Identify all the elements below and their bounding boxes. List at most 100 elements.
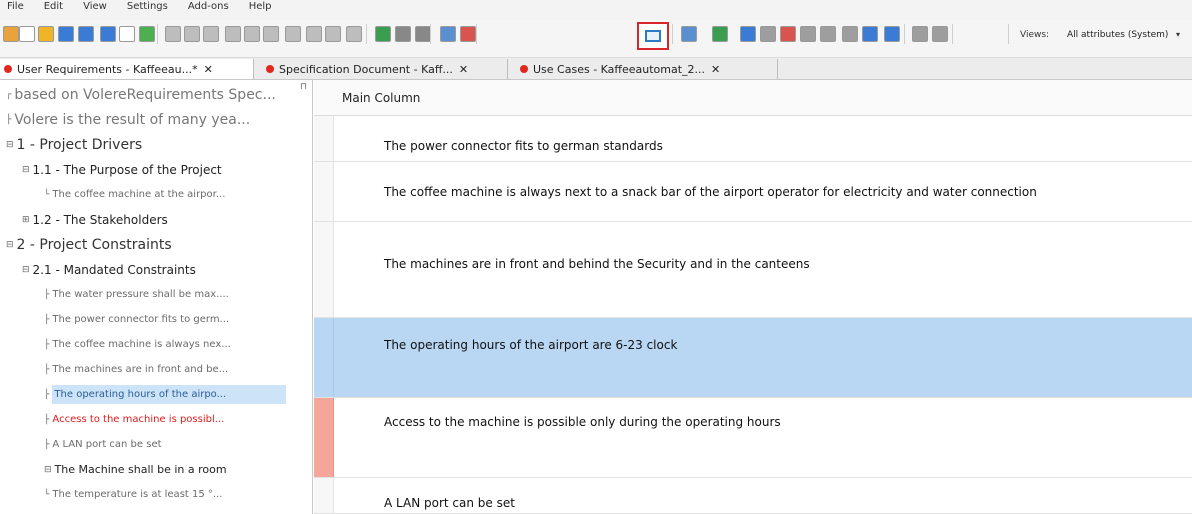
font-color-icon[interactable] [285, 26, 301, 42]
wrap-icon[interactable] [800, 26, 816, 42]
document-tree: ┌ based on VolereRequirements Spec... ├ Vol… [0, 80, 313, 514]
menu-file[interactable]: File [0, 1, 37, 12]
row-marker[interactable] [314, 116, 334, 161]
menu-edit[interactable]: Edit [37, 1, 76, 12]
bold-icon[interactable] [165, 26, 181, 42]
pen-icon[interactable] [100, 26, 116, 42]
new-doc-icon[interactable] [19, 26, 35, 42]
numbered-list-icon[interactable] [325, 26, 341, 42]
split-icon[interactable] [780, 26, 796, 42]
table-row[interactable]: The machines are in front and behind the… [314, 222, 1192, 318]
checkbox-checked-icon[interactable] [139, 26, 155, 42]
tree-item[interactable]: ├ The operating hours of the airpo... [0, 382, 312, 407]
views-dropdown[interactable]: All attributes (System) ▾ [1064, 28, 1182, 44]
requirement-text: Access to the machine is possible only d… [384, 415, 781, 429]
requirements-grid: Main Column The power connector fits to … [314, 80, 1192, 514]
tree-item[interactable]: ├ The machines are in front and be... [0, 357, 312, 382]
filter-icon[interactable] [375, 26, 391, 42]
tree-item[interactable]: ⊞ 1.2 - The Stakeholders [0, 207, 312, 232]
menu-add-ons[interactable]: Add-ons [181, 1, 242, 12]
italic-icon[interactable] [184, 26, 200, 42]
expand-toggle-icon[interactable]: ⊟ [44, 465, 52, 475]
row-marker[interactable] [314, 478, 334, 513]
open-folder-icon[interactable] [38, 26, 54, 42]
column-icon[interactable] [440, 26, 456, 42]
tree-item[interactable]: ├ Volere is the result of many yea... [0, 107, 312, 132]
tab-user-requirements[interactable]: User Requirements - Kaffeeau...* ✕ [0, 59, 254, 79]
tree-item[interactable]: ├ The coffee machine is always nex... [0, 332, 312, 357]
superscript-icon[interactable] [225, 26, 241, 42]
image-icon[interactable] [884, 26, 900, 42]
menu-settings[interactable]: Settings [120, 1, 181, 12]
close-icon[interactable]: ✕ [711, 63, 720, 76]
compare-icon[interactable] [912, 26, 928, 42]
toolbar-separator [1008, 24, 1009, 44]
save-icon[interactable] [58, 26, 74, 42]
row-marker[interactable] [314, 222, 334, 317]
tree-item[interactable]: ├ The power connector fits to germ... [0, 307, 312, 332]
requirement-text: The power connector fits to german stand… [384, 139, 663, 153]
expand-toggle-icon[interactable]: ⊟ [22, 165, 30, 175]
row-marker[interactable] [314, 398, 334, 477]
bullet-list-icon[interactable] [306, 26, 322, 42]
menu-help[interactable]: Help [242, 1, 285, 12]
search-replace-icon[interactable] [460, 26, 476, 42]
tree-connector-icon: ├ [44, 339, 50, 350]
table-row[interactable]: A LAN port can be set [314, 478, 1192, 514]
tree-item[interactable]: ⊟ 1 - Project Drivers [0, 132, 312, 157]
tree-item[interactable]: ⊟ 2.1 - Mandated Constraints [0, 257, 312, 282]
tab-use-cases[interactable]: Use Cases - Kaffeeautomat_2... ✕ [512, 59, 778, 79]
strikethrough-icon[interactable] [263, 26, 279, 42]
tab-label: Specification Document - Kaff... [279, 62, 453, 76]
tree-item[interactable]: ⊟ 2 - Project Constraints [0, 232, 312, 257]
views-value: All attributes (System) [1067, 30, 1169, 40]
zoom-icon[interactable] [862, 26, 878, 42]
pin-icon[interactable]: ⊓ [300, 82, 307, 92]
table-row[interactable]: The power connector fits to german stand… [314, 116, 1192, 162]
column-header[interactable]: Main Column [314, 80, 1192, 116]
filter-edit-icon[interactable] [415, 26, 431, 42]
toolbar-separator [430, 24, 431, 44]
row-layout-icon[interactable] [681, 26, 697, 42]
close-icon[interactable]: ✕ [204, 63, 213, 76]
checkbox-empty-icon[interactable] [119, 26, 135, 42]
compare2-icon[interactable] [932, 26, 948, 42]
row-layout-icon[interactable] [637, 22, 669, 50]
table-icon[interactable] [346, 26, 362, 42]
tree-item-label: 1.2 - The Stakeholders [32, 212, 168, 227]
close-icon[interactable]: ✕ [459, 63, 468, 76]
tree-item[interactable]: └ The temperature is at least 15 °... [0, 482, 312, 507]
tree-item[interactable]: ├ The water pressure shall be max.... [0, 282, 312, 307]
requirement-text: The coffee machine is always next to a s… [384, 185, 1037, 199]
add-row-icon[interactable] [712, 26, 728, 42]
expand-toggle-icon[interactable]: ⊟ [22, 265, 30, 275]
tree-item[interactable]: ├ Access to the machine is possibl... [0, 407, 312, 432]
expand-toggle-icon[interactable]: ⊞ [22, 215, 30, 225]
tree-connector-icon: ┌ [6, 89, 12, 100]
subscript-icon[interactable] [244, 26, 260, 42]
save-all-icon[interactable] [78, 26, 94, 42]
doc-icon[interactable] [760, 26, 776, 42]
filter-clear-icon[interactable] [395, 26, 411, 42]
tree-item[interactable]: ┌ based on VolereRequirements Spec... [0, 82, 312, 107]
menu-view[interactable]: View [76, 1, 120, 12]
export-icon[interactable] [820, 26, 836, 42]
row-marker[interactable] [314, 162, 334, 221]
link-icon[interactable] [740, 26, 756, 42]
table-row[interactable]: The operating hours of the airport are 6… [314, 318, 1192, 398]
tree-connector-icon: └ [44, 489, 50, 500]
attach-icon[interactable] [842, 26, 858, 42]
tree-item[interactable]: └ The coffee machine at the airpor... [0, 182, 312, 207]
tree-item[interactable]: ├ A LAN port can be set [0, 432, 312, 457]
row-marker[interactable] [314, 318, 334, 397]
table-row[interactable]: The coffee machine is always next to a s… [314, 162, 1192, 222]
tree-item[interactable]: ⊟ 1.1 - The Purpose of the Project [0, 157, 312, 182]
expand-toggle-icon[interactable]: ⊟ [6, 240, 14, 250]
expand-toggle-icon[interactable]: ⊟ [6, 140, 14, 150]
underline-icon[interactable] [203, 26, 219, 42]
new-folder-icon[interactable] [3, 26, 19, 42]
table-row[interactable]: Access to the machine is possible only d… [314, 398, 1192, 478]
tab-specification-document[interactable]: Specification Document - Kaff... ✕ [258, 59, 508, 79]
tree-item[interactable]: ⊟ The Machine shall be in a room [0, 457, 312, 482]
tree-item-label: A LAN port can be set [52, 439, 162, 450]
